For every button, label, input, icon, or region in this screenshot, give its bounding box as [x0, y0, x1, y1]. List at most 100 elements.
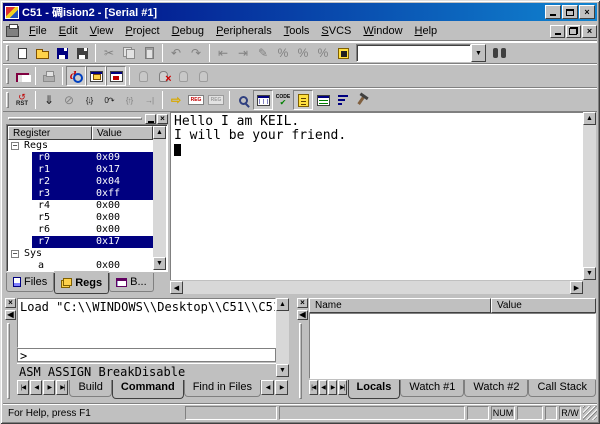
value-column-header[interactable]: Value: [491, 298, 596, 313]
project-window-button[interactable]: [86, 66, 106, 86]
command-output[interactable]: Load "C:\\WINDOWS\\Desktop\\C51\\C51: [17, 298, 276, 348]
find-text-input[interactable]: [356, 44, 471, 62]
combo-dropdown-button[interactable]: ▼: [471, 44, 486, 62]
register-scrollbar[interactable]: ▲ ▼: [153, 126, 166, 270]
watch-pane-grip[interactable]: × ◀: [295, 297, 308, 401]
tab-files[interactable]: Files: [6, 273, 54, 292]
register-row[interactable]: r50x00: [8, 212, 153, 224]
register-pane-grip[interactable]: ×: [6, 113, 168, 124]
menu-window[interactable]: Window: [357, 23, 408, 39]
scroll-left-icon[interactable]: ◀: [261, 380, 274, 395]
output-nav-next-icon[interactable]: ▶: [43, 380, 55, 395]
value-column-header[interactable]: Value: [92, 126, 153, 140]
dock-close-button[interactable]: ×: [157, 114, 168, 124]
serial-vertical-scrollbar[interactable]: ▲ ▼: [583, 112, 596, 280]
watch-nav-first-icon[interactable]: |◀: [309, 380, 318, 395]
scroll-up-icon[interactable]: ▲: [583, 112, 596, 125]
output-tab-find-in-files[interactable]: Find in Files: [184, 380, 261, 397]
register-row[interactable]: r70x17: [8, 236, 153, 248]
scroll-up-icon[interactable]: ▲: [153, 126, 166, 139]
tab-b[interactable]: B...: [109, 273, 154, 292]
dock-close-button[interactable]: ×: [5, 298, 16, 308]
register-row[interactable]: r40x00: [8, 200, 153, 212]
toolbar-grip[interactable]: [6, 45, 9, 61]
scroll-down-icon[interactable]: ▼: [276, 364, 289, 377]
output-nav-first-icon[interactable]: |◀: [17, 380, 29, 395]
scroll-down-icon[interactable]: ▼: [583, 267, 596, 280]
watch-nav-next-icon[interactable]: ▶: [328, 380, 337, 395]
register-row[interactable]: r00x09: [8, 152, 153, 164]
minimize-button[interactable]: [545, 5, 561, 19]
show-next-statement-button[interactable]: ⇨: [166, 90, 186, 110]
watch-tab-locals[interactable]: Locals: [348, 380, 401, 399]
output-pane-grip[interactable]: × ◀: [3, 297, 16, 401]
register-row[interactable]: r20x04: [8, 176, 153, 188]
menu-file[interactable]: File: [23, 23, 53, 39]
scroll-left-icon[interactable]: ◀: [170, 281, 183, 294]
serial-horizontal-scrollbar[interactable]: ◀ ▶: [170, 281, 583, 294]
watch-tab-watch-2[interactable]: Watch #2: [464, 380, 528, 397]
register-column-header[interactable]: Register: [8, 126, 92, 140]
find-text-combobox[interactable]: ▼: [356, 44, 486, 62]
scroll-right-icon[interactable]: ▶: [570, 281, 583, 294]
toggle-bookmark-button[interactable]: [333, 43, 353, 63]
register-row[interactable]: r30xff: [8, 188, 153, 200]
scroll-right-icon[interactable]: ▶: [275, 380, 288, 395]
dock-minimize-button[interactable]: [145, 114, 156, 124]
scroll-down-icon[interactable]: ▼: [153, 257, 166, 270]
watch-tab-call-stack[interactable]: Call Stack: [528, 380, 596, 397]
watch-body[interactable]: [309, 313, 596, 379]
output-tab-build[interactable]: Build: [69, 380, 111, 397]
toolbar-grip[interactable]: [6, 92, 9, 108]
tools-menu-button[interactable]: [353, 90, 373, 110]
title-bar[interactable]: C51 - 碉ision2 - [Serial #1] ×: [3, 3, 597, 21]
output-nav-prev-icon[interactable]: ◀: [30, 380, 42, 395]
dock-collapse-button[interactable]: ◀: [5, 310, 16, 320]
open-file-button[interactable]: [32, 43, 52, 63]
menu-tools[interactable]: Tools: [278, 23, 316, 39]
save-file-button[interactable]: [52, 43, 72, 63]
serial-document-icon[interactable]: [6, 26, 19, 37]
mdi-restore-button[interactable]: [566, 25, 581, 38]
new-file-button[interactable]: [12, 43, 32, 63]
serial-window[interactable]: Hello I am KEIL.I will be your friend.: [170, 112, 583, 280]
menu-peripherals[interactable]: Peripherals: [210, 23, 278, 39]
disassembly-window-button[interactable]: [233, 90, 253, 110]
menu-help[interactable]: Help: [409, 23, 444, 39]
command-input[interactable]: >: [17, 348, 276, 362]
menu-edit[interactable]: Edit: [53, 23, 84, 39]
kill-all-breakpoints-button[interactable]: [153, 66, 173, 86]
tree-collapse-icon[interactable]: [11, 250, 19, 258]
register-row[interactable]: r60x00: [8, 224, 153, 236]
serial-window-button[interactable]: [293, 90, 313, 110]
reset-cpu-button[interactable]: [12, 90, 32, 110]
menu-svcs[interactable]: SVCS: [315, 23, 357, 39]
name-column-header[interactable]: Name: [309, 298, 491, 313]
maximize-button[interactable]: [562, 5, 578, 19]
performance-analyzer-button[interactable]: [333, 90, 353, 110]
register-row[interactable]: Sys: [8, 248, 153, 260]
step-over-button[interactable]: 0↷: [99, 90, 119, 110]
menu-project[interactable]: Project: [119, 23, 165, 39]
output-nav-last-icon[interactable]: ▶|: [56, 380, 68, 395]
watch-nav-last-icon[interactable]: ▶|: [338, 380, 347, 395]
menu-view[interactable]: View: [84, 23, 120, 39]
dock-close-button[interactable]: ×: [297, 298, 308, 308]
close-button[interactable]: ×: [579, 5, 595, 19]
toolbar-grip[interactable]: [6, 68, 9, 84]
watch-window-button[interactable]: [253, 90, 273, 110]
save-all-button[interactable]: [72, 43, 92, 63]
start-stop-debug-button[interactable]: [66, 66, 86, 86]
register-row[interactable]: a0x00: [8, 260, 153, 270]
dock-collapse-button[interactable]: ◀: [297, 310, 308, 320]
watch-tab-watch-1[interactable]: Watch #1: [400, 380, 464, 397]
run-button[interactable]: ⇓: [39, 90, 59, 110]
registers-window-button[interactable]: [186, 90, 206, 110]
command-scrollbar[interactable]: ▲ ▼: [276, 298, 289, 377]
tab-regs[interactable]: Regs: [54, 273, 109, 294]
scroll-up-icon[interactable]: ▲: [276, 298, 289, 311]
find-in-files-button[interactable]: [489, 43, 509, 63]
output-window-button[interactable]: [106, 66, 126, 86]
output-tab-command[interactable]: Command: [112, 380, 184, 399]
help-books-button[interactable]: [12, 66, 32, 86]
